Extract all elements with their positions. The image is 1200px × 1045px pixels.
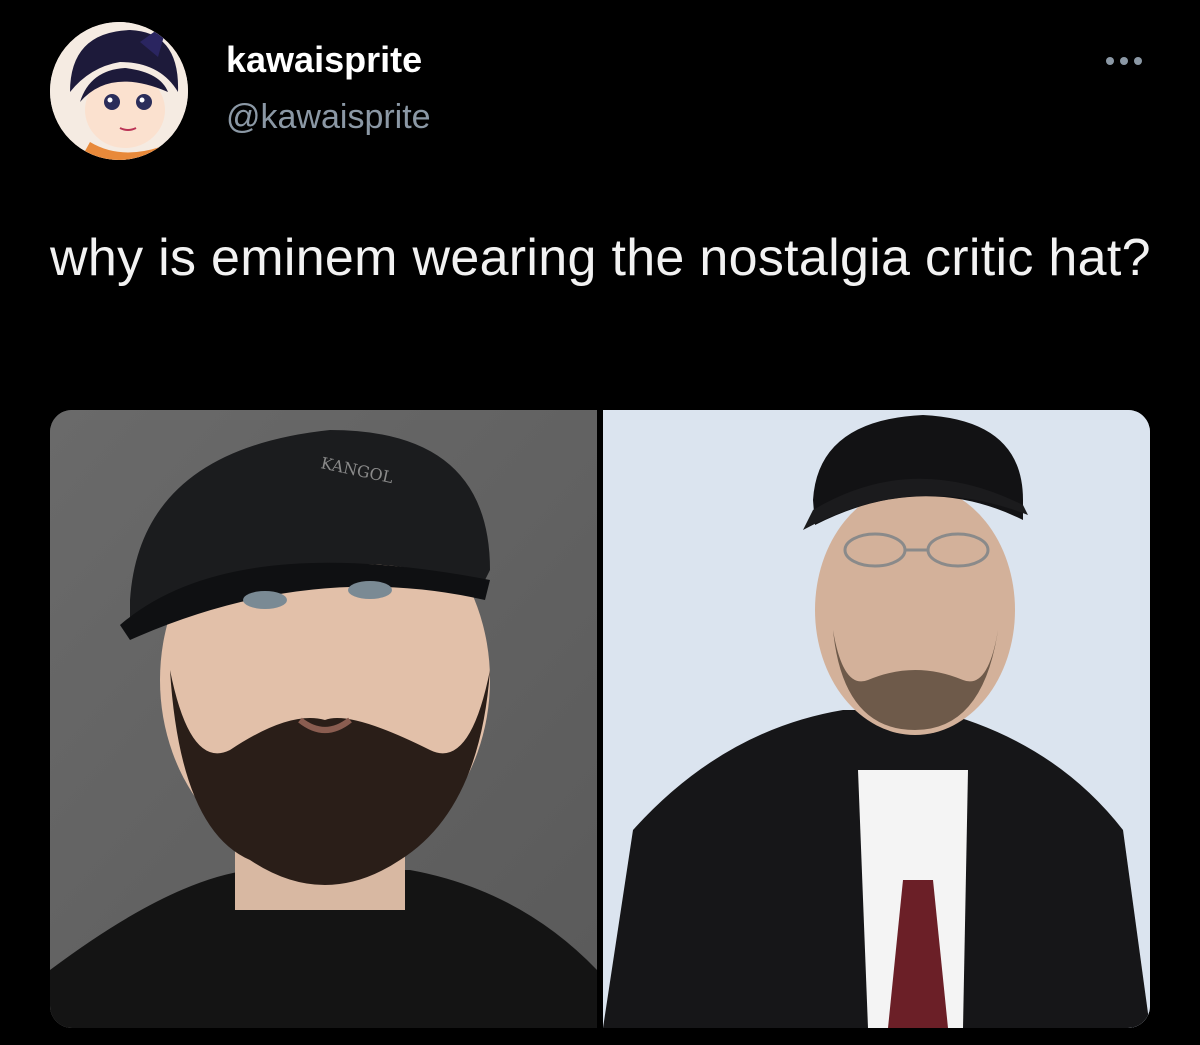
more-options-button[interactable] bbox=[1098, 46, 1150, 76]
media-photo-2[interactable] bbox=[603, 410, 1150, 1028]
media-photo-1[interactable]: KANGOL bbox=[50, 410, 597, 1028]
tweet-text: why is eminem wearing the nostalgia crit… bbox=[50, 229, 1151, 287]
more-horizontal-icon bbox=[1106, 57, 1114, 65]
photo-man-glasses-cap bbox=[603, 410, 1150, 1028]
tweet-media: KANGOL bbox=[50, 410, 1150, 1028]
author-display-name[interactable]: kawaisprite bbox=[226, 38, 422, 82]
photo-man-black-cap: KANGOL bbox=[50, 410, 597, 1028]
avatar-image bbox=[50, 22, 188, 160]
author-handle[interactable]: @kawaisprite bbox=[226, 96, 431, 138]
avatar[interactable] bbox=[50, 22, 188, 160]
more-horizontal-icon bbox=[1120, 57, 1128, 65]
more-horizontal-icon bbox=[1134, 57, 1142, 65]
